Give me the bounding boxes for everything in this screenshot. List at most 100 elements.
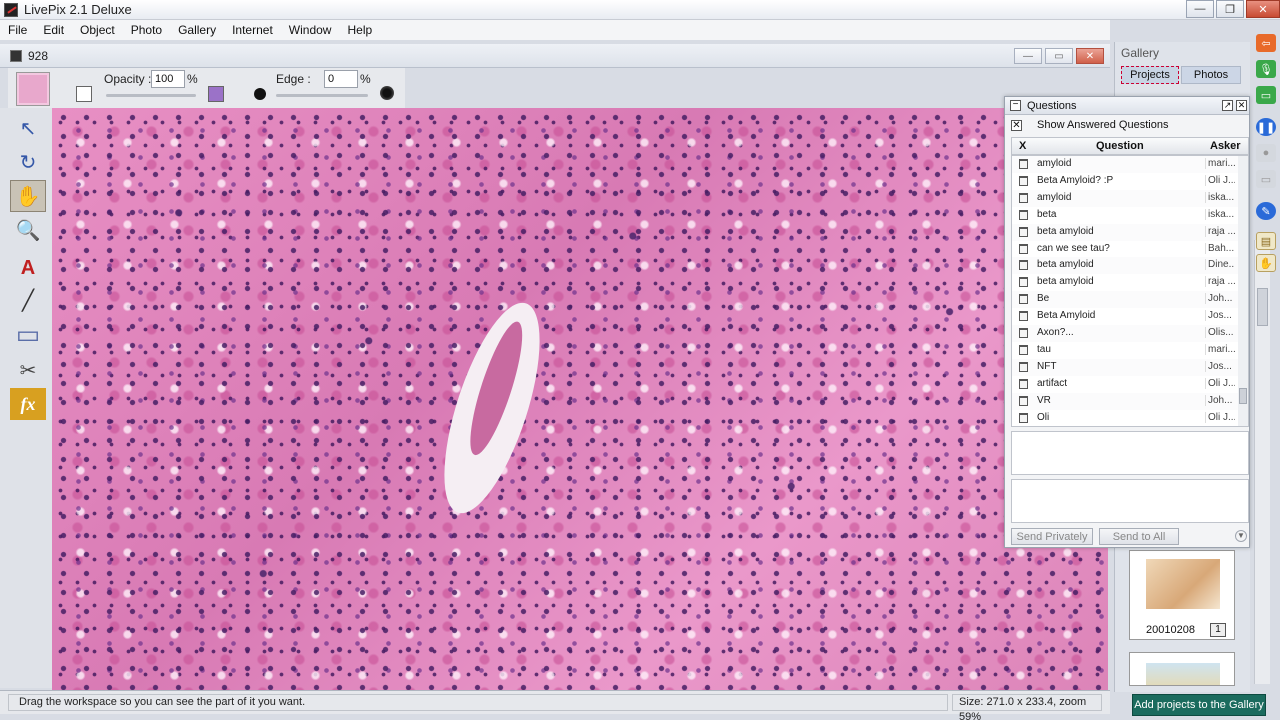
trash-icon[interactable]: [1019, 361, 1028, 372]
question-row[interactable]: can we see tau? Bah...: [1012, 241, 1240, 258]
send-to-all-button[interactable]: Send to All: [1099, 528, 1179, 545]
menu-object[interactable]: Object: [72, 23, 123, 37]
trash-icon[interactable]: [1019, 378, 1028, 389]
question-row[interactable]: amyloid mari...: [1012, 156, 1240, 173]
show-answered-checkbox[interactable]: ✕: [1011, 119, 1022, 131]
doc-minimize-button[interactable]: —: [1014, 48, 1042, 64]
question-row[interactable]: Be Joh...: [1012, 291, 1240, 309]
arrow-tool-icon[interactable]: ↖: [10, 112, 46, 144]
maximize-button[interactable]: ❐: [1216, 0, 1244, 18]
trash-icon[interactable]: [1019, 344, 1028, 355]
chat-icon[interactable]: ▭: [1256, 86, 1276, 104]
question-row[interactable]: beta amyloid raja ...: [1012, 274, 1240, 291]
hand-tool-icon[interactable]: ✋: [10, 180, 46, 212]
color-swatch[interactable]: [16, 72, 50, 106]
gallery-scrollbar[interactable]: [1254, 240, 1270, 684]
effects-tool-icon[interactable]: fx: [10, 388, 46, 420]
screen-icon[interactable]: ▭: [1256, 170, 1276, 188]
col-delete[interactable]: X: [1019, 140, 1026, 152]
minimize-button[interactable]: —: [1186, 0, 1214, 18]
add-projects-button[interactable]: Add projects to the Gallery: [1132, 694, 1266, 716]
menu-help[interactable]: Help: [339, 23, 380, 37]
menu-window[interactable]: Window: [281, 23, 340, 37]
question-row[interactable]: VR Joh...: [1012, 392, 1240, 410]
microphone-icon[interactable]: 🎙: [1256, 60, 1276, 78]
send-privately-button[interactable]: Send Privately: [1011, 528, 1093, 545]
trash-icon[interactable]: [1019, 260, 1028, 271]
trash-icon[interactable]: [1019, 412, 1028, 423]
menu-photo[interactable]: Photo: [123, 23, 170, 37]
question-text: amyloid: [1037, 191, 1072, 203]
trash-icon[interactable]: [1019, 311, 1028, 322]
trash-icon[interactable]: [1019, 294, 1028, 305]
opacity-slider[interactable]: [106, 94, 196, 97]
question-row[interactable]: Beta Amyloid? :P Oli J...: [1012, 173, 1240, 190]
note-icon[interactable]: ▤: [1256, 232, 1276, 250]
rotate-tool-icon[interactable]: ↻: [10, 146, 46, 178]
workspace-canvas[interactable]: [52, 108, 1108, 690]
line-tool-icon[interactable]: ╱: [10, 284, 46, 316]
options-bar: Opacity : 100 % Edge : 0 %: [8, 68, 405, 108]
answer-box[interactable]: [1011, 431, 1249, 475]
col-asker[interactable]: Asker: [1210, 140, 1241, 152]
trash-icon[interactable]: [1019, 395, 1028, 406]
gallery-thumbnail[interactable]: 20010208 1: [1129, 550, 1235, 640]
reply-input[interactable]: [1011, 479, 1249, 523]
back-arrow-icon[interactable]: ⇦: [1256, 34, 1276, 52]
questions-scrollbar[interactable]: [1238, 156, 1248, 426]
question-row[interactable]: tau mari...: [1012, 342, 1240, 359]
doc-maximize-button[interactable]: ▭: [1045, 48, 1073, 64]
menu-edit[interactable]: Edit: [35, 23, 72, 37]
question-asker: raja ...: [1205, 276, 1235, 288]
menu-gallery[interactable]: Gallery: [170, 23, 224, 37]
trash-icon[interactable]: [1019, 328, 1028, 338]
opacity-input[interactable]: 100: [151, 70, 185, 88]
trash-icon[interactable]: [1019, 226, 1028, 237]
opacity-label: Opacity :: [104, 72, 152, 86]
zoom-tool-icon[interactable]: 🔍: [10, 214, 46, 246]
questions-panel: − Questions ↗ ✕ ✕ Show Answered Question…: [1004, 96, 1250, 548]
gallery-thumbnail-2[interactable]: [1129, 652, 1235, 686]
menu-internet[interactable]: Internet: [224, 23, 281, 37]
menu-bar: File Edit Object Photo Gallery Internet …: [0, 20, 1110, 40]
tab-photos[interactable]: Photos: [1181, 66, 1241, 84]
edge-slider[interactable]: [276, 94, 368, 97]
question-row[interactable]: NFT Jos...: [1012, 358, 1240, 376]
question-row[interactable]: beta amyloid raja ...: [1012, 223, 1240, 241]
pause-icon[interactable]: ❚❚: [1256, 118, 1276, 136]
question-row[interactable]: artifact Oli J...: [1012, 376, 1240, 393]
questions-scroll-thumb[interactable]: [1239, 388, 1247, 404]
question-row[interactable]: beta iska...: [1012, 207, 1240, 224]
expand-arrow-icon[interactable]: ▼: [1235, 530, 1247, 542]
show-answered-toggle[interactable]: ✕ Show Answered Questions: [1011, 119, 1168, 131]
close-panel-icon[interactable]: ✕: [1236, 100, 1247, 111]
toolbox: ↖ ↻ ✋ 🔍 A ╱ ▭ ✂ fx: [0, 108, 52, 688]
cutout-tool-icon[interactable]: ✂: [10, 354, 46, 386]
trash-icon[interactable]: [1019, 243, 1028, 254]
pen-icon[interactable]: ✎: [1256, 202, 1276, 220]
record-icon[interactable]: ●: [1256, 144, 1276, 162]
question-row[interactable]: beta amyloid Dine...: [1012, 257, 1240, 275]
trash-icon[interactable]: [1019, 192, 1028, 203]
collapse-icon[interactable]: −: [1010, 100, 1021, 111]
question-row[interactable]: Axon?... Olis...: [1012, 325, 1240, 342]
popout-icon[interactable]: ↗: [1222, 100, 1233, 111]
close-button[interactable]: ✕: [1246, 0, 1280, 18]
trash-icon[interactable]: [1019, 159, 1028, 169]
menu-file[interactable]: File: [0, 23, 35, 37]
trash-icon[interactable]: [1019, 209, 1028, 220]
question-row[interactable]: Beta Amyloid Jos...: [1012, 308, 1240, 325]
trash-icon[interactable]: [1019, 277, 1028, 288]
gallery-scroll-thumb[interactable]: [1257, 288, 1268, 326]
doc-close-button[interactable]: ✕: [1076, 48, 1104, 64]
questions-list: amyloid mari... Beta Amyloid? :P Oli J... am…: [1011, 155, 1249, 427]
shape-tool-icon[interactable]: ▭: [10, 318, 46, 350]
text-tool-icon[interactable]: A: [10, 252, 46, 284]
question-row[interactable]: amyloid iska...: [1012, 189, 1240, 207]
col-question[interactable]: Question: [1096, 140, 1144, 152]
raise-hand-icon[interactable]: ✋: [1256, 254, 1276, 272]
edge-input[interactable]: 0: [324, 70, 358, 88]
trash-icon[interactable]: [1019, 175, 1028, 186]
question-row[interactable]: Oli Oli J...: [1012, 410, 1240, 427]
tab-projects[interactable]: Projects: [1121, 66, 1179, 84]
